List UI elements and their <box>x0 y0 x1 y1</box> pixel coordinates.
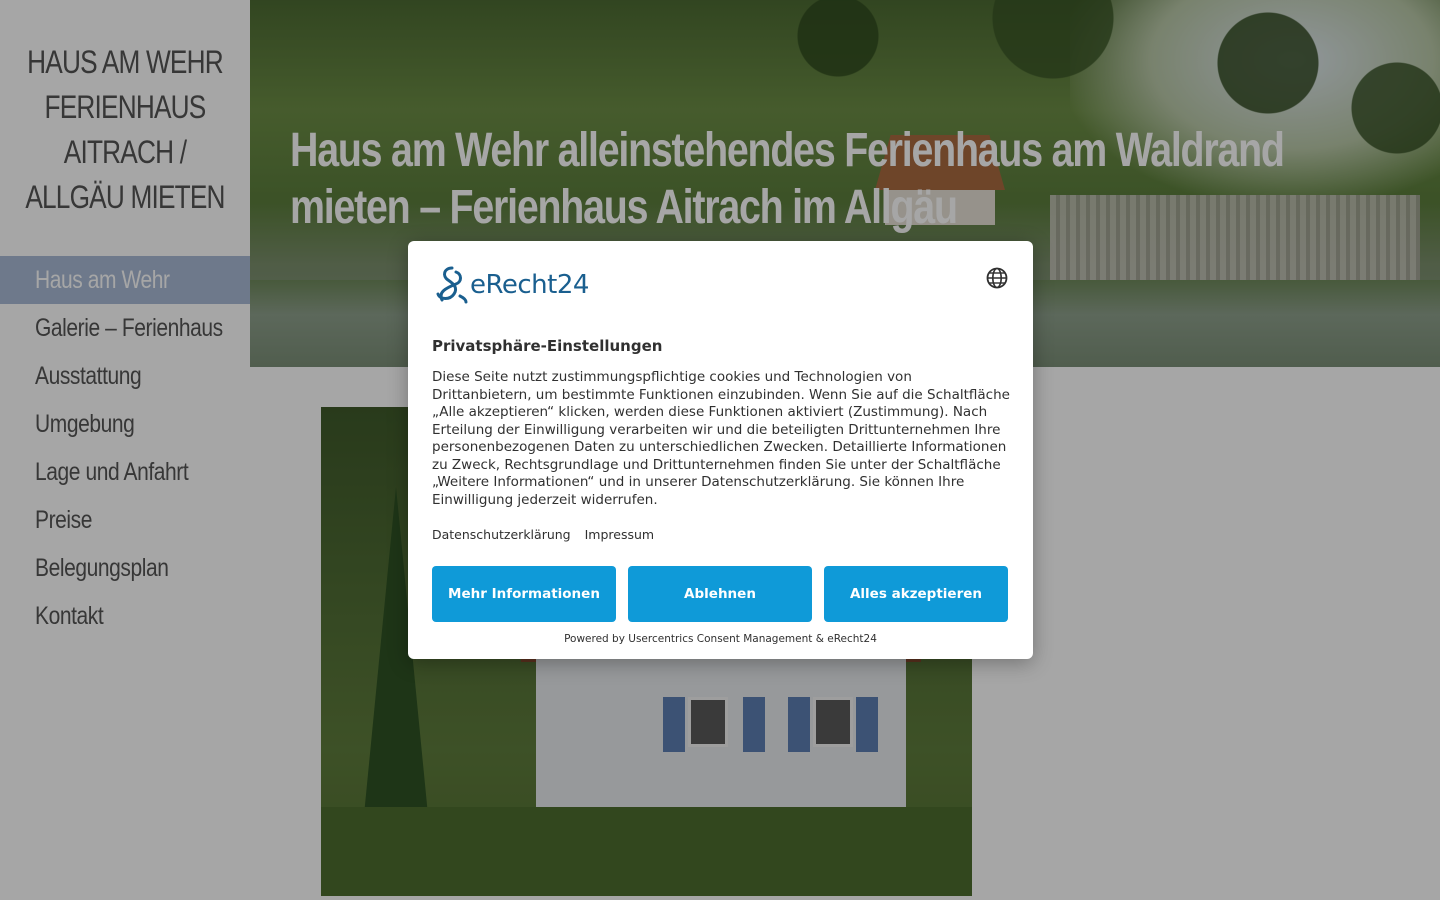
more-info-button[interactable]: Mehr Informationen <box>432 566 616 622</box>
consent-heading: Privatsphäre-Einstellungen <box>432 337 663 355</box>
consent-description: Diese Seite nutzt zustimmungspflichtige … <box>432 369 1010 508</box>
consent-dialog: eRecht24 Privatsphäre-Einstellungen Dies… <box>408 241 1033 659</box>
consent-links: Datenschutzerklärung Impressum <box>432 527 664 542</box>
logo-text: eRecht24 <box>470 270 589 300</box>
privacy-policy-link[interactable]: Datenschutzerklärung <box>432 527 571 542</box>
erecht24-logo-icon <box>436 266 468 304</box>
erecht24-logo: eRecht24 <box>432 265 589 305</box>
language-button[interactable] <box>985 266 1009 290</box>
powered-by-text: Powered by Usercentrics Consent Manageme… <box>564 633 877 645</box>
globe-icon <box>986 267 1008 289</box>
accept-all-button[interactable]: Alles akzeptieren <box>824 566 1008 622</box>
imprint-link[interactable]: Impressum <box>585 527 654 542</box>
deny-button[interactable]: Ablehnen <box>628 566 812 622</box>
